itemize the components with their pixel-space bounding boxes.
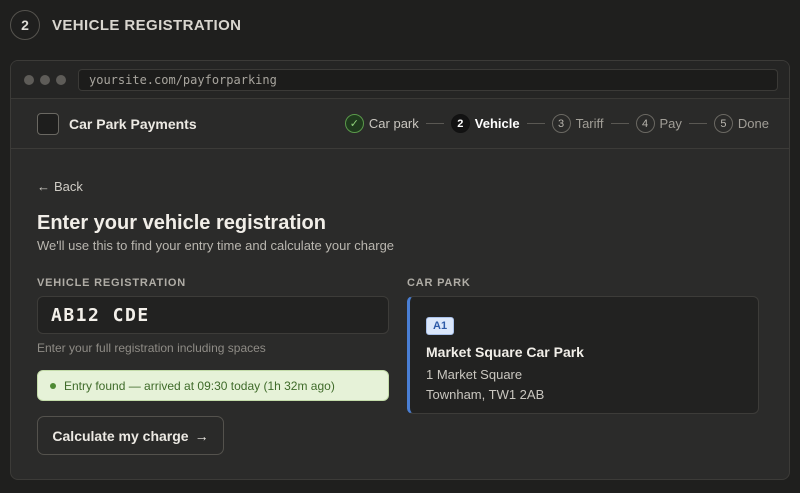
step-number: 4 <box>635 114 655 133</box>
step-divider <box>610 123 629 124</box>
section-title: VEHICLE REGISTRATION <box>52 16 242 34</box>
step-car-park[interactable]: ✓ Car park <box>344 114 419 133</box>
address-line-1: 1 Market Square <box>426 367 523 382</box>
status-dot-icon <box>50 382 56 389</box>
back-link[interactable]: ← Back <box>37 179 83 194</box>
brand: Car Park Payments <box>37 112 197 135</box>
car-park-name: Market Square Car Park <box>426 344 584 360</box>
address-line-2: Townham, TW1 2AB <box>426 387 545 402</box>
browser-toolbar: yoursite.com/payforparking <box>11 61 789 99</box>
section-number: 2 <box>10 10 40 40</box>
step-label: Pay <box>659 116 682 131</box>
registration-label: VEHICLE REGISTRATION <box>37 277 187 289</box>
window-dot-icon <box>24 74 34 85</box>
step-divider <box>688 123 707 124</box>
arrow-left-icon: ← <box>37 179 50 194</box>
calculate-charge-button[interactable]: Calculate my charge → <box>37 416 224 455</box>
step-label: Tariff <box>575 116 604 131</box>
arrow-right-icon: → <box>194 427 209 444</box>
logo <box>37 112 59 135</box>
step-number: 5 <box>713 114 733 133</box>
browser-window: yoursite.com/payforparking Car Park Paym… <box>10 60 790 480</box>
step-number: 3 <box>551 114 571 133</box>
car-park-code-badge: A1 <box>426 317 455 335</box>
app-header: Car Park Payments ✓ Car park 2 Vehicle 3… <box>11 99 789 149</box>
step-vehicle: 2 Vehicle <box>450 114 520 133</box>
progress-stepper: ✓ Car park 2 Vehicle 3 Tariff 4 Pay 5 Do… <box>344 114 769 133</box>
entry-found-text: Entry found — arrived at 09:30 today (1h… <box>64 378 335 393</box>
back-label: Back <box>54 179 83 194</box>
step-pay: 4 Pay <box>635 114 682 133</box>
section-header: 2 VEHICLE REGISTRATION <box>10 10 241 40</box>
check-icon: ✓ <box>344 114 364 133</box>
window-dot-icon <box>40 74 50 85</box>
registration-input[interactable]: AB12 CDE <box>37 296 389 334</box>
app-name: Car Park Payments <box>69 115 197 132</box>
step-label: Done <box>737 116 769 131</box>
car-park-address: 1 Market Square Townham, TW1 2AB <box>426 365 758 405</box>
step-label: Car park <box>368 116 419 131</box>
step-label: Vehicle <box>474 116 520 131</box>
step-divider <box>425 123 444 124</box>
address-bar[interactable]: yoursite.com/payforparking <box>78 68 778 91</box>
calculate-label: Calculate my charge <box>52 427 189 444</box>
step-done: 5 Done <box>713 114 769 133</box>
step-number: 2 <box>450 114 470 133</box>
page-title: Enter your vehicle registration <box>37 212 326 234</box>
entry-found-alert: Entry found — arrived at 09:30 today (1h… <box>37 370 389 401</box>
registration-hint: Enter your full registration including s… <box>37 341 266 355</box>
step-tariff: 3 Tariff <box>551 114 604 133</box>
window-dot-icon <box>56 74 66 85</box>
step-divider <box>526 123 545 124</box>
car-park-label: CAR PARK <box>407 277 471 289</box>
page-subtitle: We'll use this to find your entry time a… <box>37 238 395 253</box>
car-park-card: A1 Market Square Car Park 1 Market Squar… <box>407 296 759 414</box>
